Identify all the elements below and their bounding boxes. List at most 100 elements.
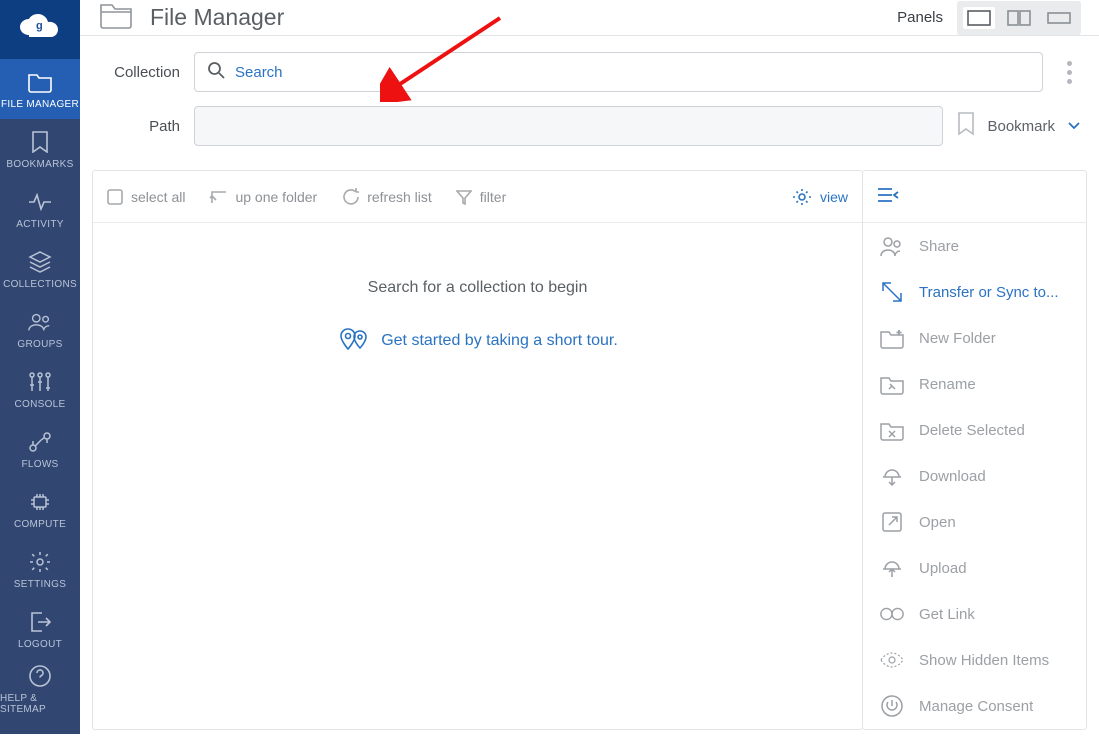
filter-label: filter (480, 189, 506, 205)
nav-console[interactable]: CONSOLE (0, 359, 80, 419)
file-panel: select all up one folder refresh list fi… (92, 170, 863, 730)
nav-label: BOOKMARKS (6, 159, 73, 170)
action-upload[interactable]: Upload (863, 545, 1086, 591)
action-label: Show Hidden Items (919, 652, 1049, 669)
action-icon (879, 601, 905, 627)
chevron-down-icon[interactable] (1067, 118, 1081, 135)
panel-toggle (957, 1, 1081, 35)
path-label: Path (98, 118, 180, 135)
tour-label: Get started by taking a short tour. (381, 332, 618, 350)
activity-icon (27, 189, 53, 215)
action-open[interactable]: Open (863, 499, 1086, 545)
action-transfer-or-sync-to[interactable]: Transfer or Sync to... (863, 269, 1086, 315)
action-get-link[interactable]: Get Link (863, 591, 1086, 637)
nav-label: LOGOUT (18, 639, 62, 650)
nav-compute[interactable]: COMPUTE (0, 479, 80, 539)
layers-icon (27, 249, 53, 275)
action-label: New Folder (919, 330, 996, 347)
action-rename[interactable]: Rename (863, 361, 1086, 407)
refresh[interactable]: refresh list (341, 188, 432, 206)
action-label: Upload (919, 560, 967, 577)
panel-single[interactable] (963, 7, 995, 29)
action-label: Download (919, 468, 986, 485)
logout-icon (27, 609, 53, 635)
bookmark-icon (27, 129, 53, 155)
nav-label: ACTIVITY (16, 219, 63, 230)
help-icon (27, 663, 53, 689)
groups-icon (27, 309, 53, 335)
action-label: Transfer or Sync to... (919, 284, 1059, 301)
nav-label: COLLECTIONS (3, 279, 77, 290)
action-label: Open (919, 514, 956, 531)
nav-collections[interactable]: COLLECTIONS (0, 239, 80, 299)
action-icon (879, 279, 905, 305)
nav-label: FILE MANAGER (1, 99, 79, 110)
map-pin-icon (337, 327, 371, 355)
view-settings[interactable]: view (792, 187, 848, 207)
action-icon (879, 647, 905, 673)
action-panel: Share Transfer or Sync to... New Folder Ren… (862, 170, 1087, 730)
page-title: File Manager (150, 4, 284, 31)
up-one-folder[interactable]: up one folder (209, 189, 317, 205)
nav-label: HELP & SITEMAP (0, 693, 80, 715)
logo[interactable]: g (0, 0, 80, 59)
action-icon (879, 325, 905, 351)
collapse-icon[interactable] (877, 186, 899, 207)
action-download[interactable]: Download (863, 453, 1086, 499)
kebab-menu[interactable] (1057, 61, 1081, 84)
flows-icon (27, 429, 53, 455)
action-icon (879, 693, 905, 719)
action-manage-consent[interactable]: Manage Consent (863, 683, 1086, 729)
search-placeholder: Search (235, 64, 283, 81)
nav-logout[interactable]: LOGOUT (0, 599, 80, 659)
action-icon (879, 233, 905, 259)
gear-icon (27, 549, 53, 575)
sidebar: g FILE MANAGER BOOKMARKS ACTIVITY COLLEC… (0, 0, 80, 734)
action-share[interactable]: Share (863, 223, 1086, 269)
nav-label: CONSOLE (14, 399, 65, 410)
panel-wide[interactable] (1043, 7, 1075, 29)
filter[interactable]: filter (456, 189, 506, 205)
action-icon (879, 509, 905, 535)
nav-label: FLOWS (21, 459, 58, 470)
action-new-folder[interactable]: New Folder (863, 315, 1086, 361)
action-icon (879, 555, 905, 581)
nav-label: SETTINGS (14, 579, 66, 590)
select-all[interactable]: select all (107, 189, 185, 205)
empty-message: Search for a collection to begin (368, 279, 588, 297)
refresh-label: refresh list (367, 189, 432, 205)
nav-groups[interactable]: GROUPS (0, 299, 80, 359)
action-label: Delete Selected (919, 422, 1025, 439)
collection-label: Collection (98, 64, 180, 81)
topbar: File Manager Panels (80, 0, 1099, 36)
nav-settings[interactable]: SETTINGS (0, 539, 80, 599)
nav-activity[interactable]: ACTIVITY (0, 179, 80, 239)
panel-split[interactable] (1003, 7, 1035, 29)
nav-flows[interactable]: FLOWS (0, 419, 80, 479)
action-icon (879, 371, 905, 397)
nav-file-manager[interactable]: FILE MANAGER (0, 59, 80, 119)
folder-icon (27, 69, 53, 95)
action-icon (879, 463, 905, 489)
tour-link[interactable]: Get started by taking a short tour. (337, 327, 618, 355)
path-input[interactable] (194, 106, 943, 146)
nav-bookmarks[interactable]: BOOKMARKS (0, 119, 80, 179)
console-icon (27, 369, 53, 395)
bookmark-label[interactable]: Bookmark (987, 118, 1055, 135)
nav-help[interactable]: HELP & SITEMAP (0, 659, 80, 719)
up-one-label: up one folder (235, 189, 317, 205)
search-icon (207, 61, 225, 83)
action-label: Share (919, 238, 959, 255)
collection-search[interactable]: Search (194, 52, 1043, 92)
folder-icon (98, 0, 134, 35)
bookmark-icon[interactable] (957, 112, 975, 140)
select-all-label: select all (131, 189, 185, 205)
nav-label: GROUPS (17, 339, 62, 350)
action-icon (879, 417, 905, 443)
action-show-hidden-items[interactable]: Show Hidden Items (863, 637, 1086, 683)
svg-text:g: g (36, 20, 43, 32)
action-label: Manage Consent (919, 698, 1033, 715)
panels-label: Panels (897, 9, 943, 26)
action-delete-selected[interactable]: Delete Selected (863, 407, 1086, 453)
compute-icon (27, 489, 53, 515)
